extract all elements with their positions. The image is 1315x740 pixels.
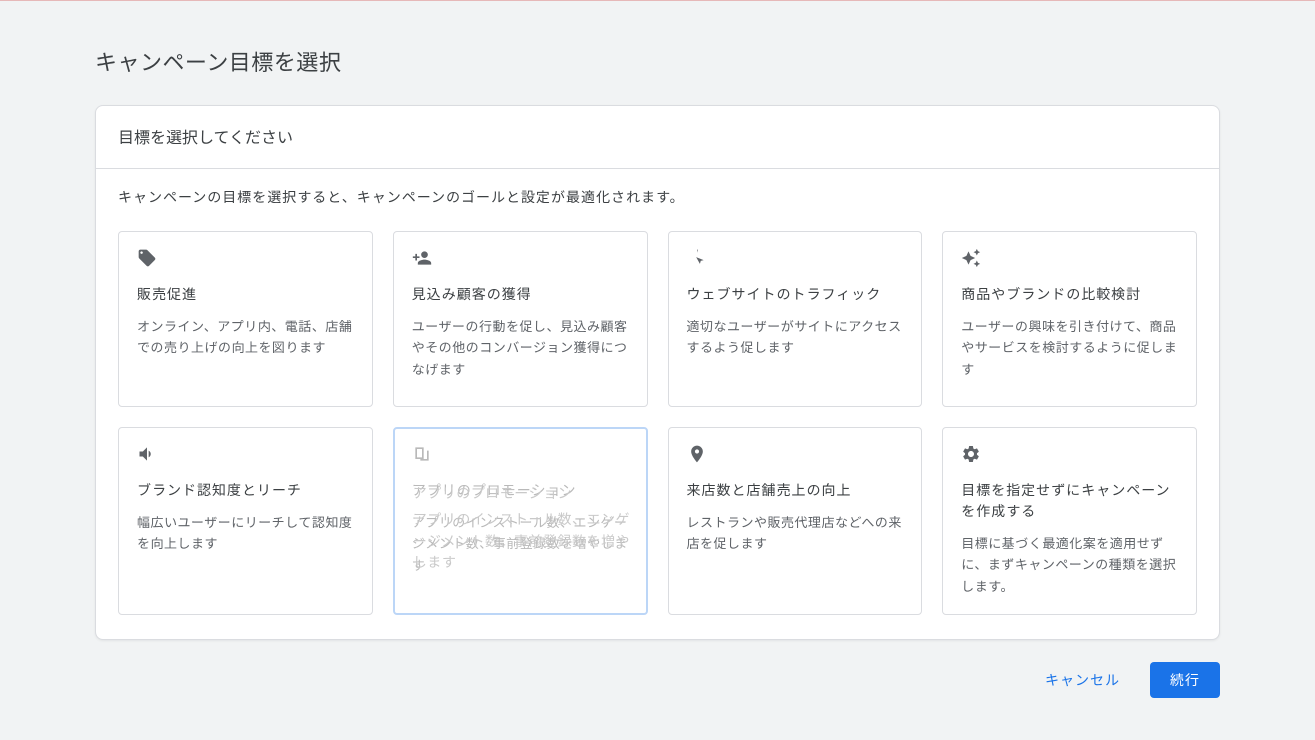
goal-title: ウェブサイトのトラフィック — [687, 284, 904, 305]
goal-desc: 適切なユーザーがサイトにアクセスするよう促します — [687, 315, 904, 358]
goal-card-traffic[interactable]: ウェブサイトのトラフィック 適切なユーザーがサイトにアクセスするよう促します — [668, 231, 923, 407]
goal-title: 来店数と店舗売上の向上 — [687, 480, 904, 501]
goal-desc: 幅広いユーザーにリーチして認知度を向上します — [137, 511, 354, 554]
goal-card-leads[interactable]: 見込み顧客の獲得 ユーザーの行動を促し、見込み顧客やその他のコンバージョン獲得に… — [393, 231, 648, 407]
goal-title: ブランド認知度とリーチ — [137, 480, 354, 501]
goal-grid: 販売促進 オンライン、アプリ内、電話、店舗での売り上げの向上を図ります 見込み顧… — [118, 231, 1197, 615]
goal-title: 見込み顧客の獲得 — [412, 284, 629, 305]
goal-selection-card: 目標を選択してください キャンペーンの目標を選択すると、キャンペーンのゴールと設… — [95, 105, 1220, 640]
person-plus-icon — [412, 248, 629, 270]
goal-desc: レストランや販売代理店などへの来店を促します — [687, 511, 904, 554]
tag-icon — [137, 248, 354, 270]
app-icon — [412, 444, 629, 466]
goal-desc: アプリのインストール数、エンゲージメント数、事前登録数を増やします — [412, 511, 629, 575]
goal-desc: ユーザーの行動を促し、見込み顧客やその他のコンバージョン獲得につなげます — [412, 315, 629, 379]
goal-desc: オンライン、アプリ内、電話、店舗での売り上げの向上を図ります — [137, 315, 354, 358]
footer-actions: キャンセル 続行 — [95, 640, 1220, 698]
goal-title: アプリのプロモーション — [412, 480, 629, 501]
goal-card-app-promotion[interactable]: アプリのプロモーション アプリのインストール数、エンゲージメント数、事前登録数を… — [393, 427, 648, 615]
help-text: キャンペーンの目標を選択すると、キャンペーンのゴールと設定が最適化されます。 — [118, 187, 1197, 207]
page-title: キャンペーン目標を選択 — [95, 45, 1220, 77]
pin-icon — [687, 444, 904, 466]
goal-desc: 目標に基づく最適化案を適用せずに、まずキャンペーンの種類を選択します。 — [961, 532, 1178, 596]
goal-title: 販売促進 — [137, 284, 354, 305]
goal-card-no-goal[interactable]: 目標を指定せずにキャンペーンを作成する 目標に基づく最適化案を適用せずに、まずキ… — [942, 427, 1197, 615]
goal-card-consideration[interactable]: 商品やブランドの比較検討 ユーザーの興味を引き付けて、商品やサービスを検討するよ… — [942, 231, 1197, 407]
click-icon — [687, 248, 904, 270]
card-header: 目標を選択してください — [96, 106, 1219, 169]
goal-title: 目標を指定せずにキャンペーンを作成する — [961, 480, 1178, 522]
goal-card-sales[interactable]: 販売促進 オンライン、アプリ内、電話、店舗での売り上げの向上を図ります — [118, 231, 373, 407]
sparkle-icon — [961, 248, 1178, 270]
gear-icon — [961, 444, 1178, 466]
goal-card-awareness[interactable]: ブランド認知度とリーチ 幅広いユーザーにリーチして認知度を向上します — [118, 427, 373, 615]
goal-card-store-visits[interactable]: 来店数と店舗売上の向上 レストランや販売代理店などへの来店を促します — [668, 427, 923, 615]
cancel-button[interactable]: キャンセル — [1025, 662, 1140, 698]
goal-title: 商品やブランドの比較検討 — [961, 284, 1178, 305]
megaphone-icon — [137, 444, 354, 466]
continue-button[interactable]: 続行 — [1150, 662, 1220, 698]
goal-desc: ユーザーの興味を引き付けて、商品やサービスを検討するように促します — [961, 315, 1178, 379]
